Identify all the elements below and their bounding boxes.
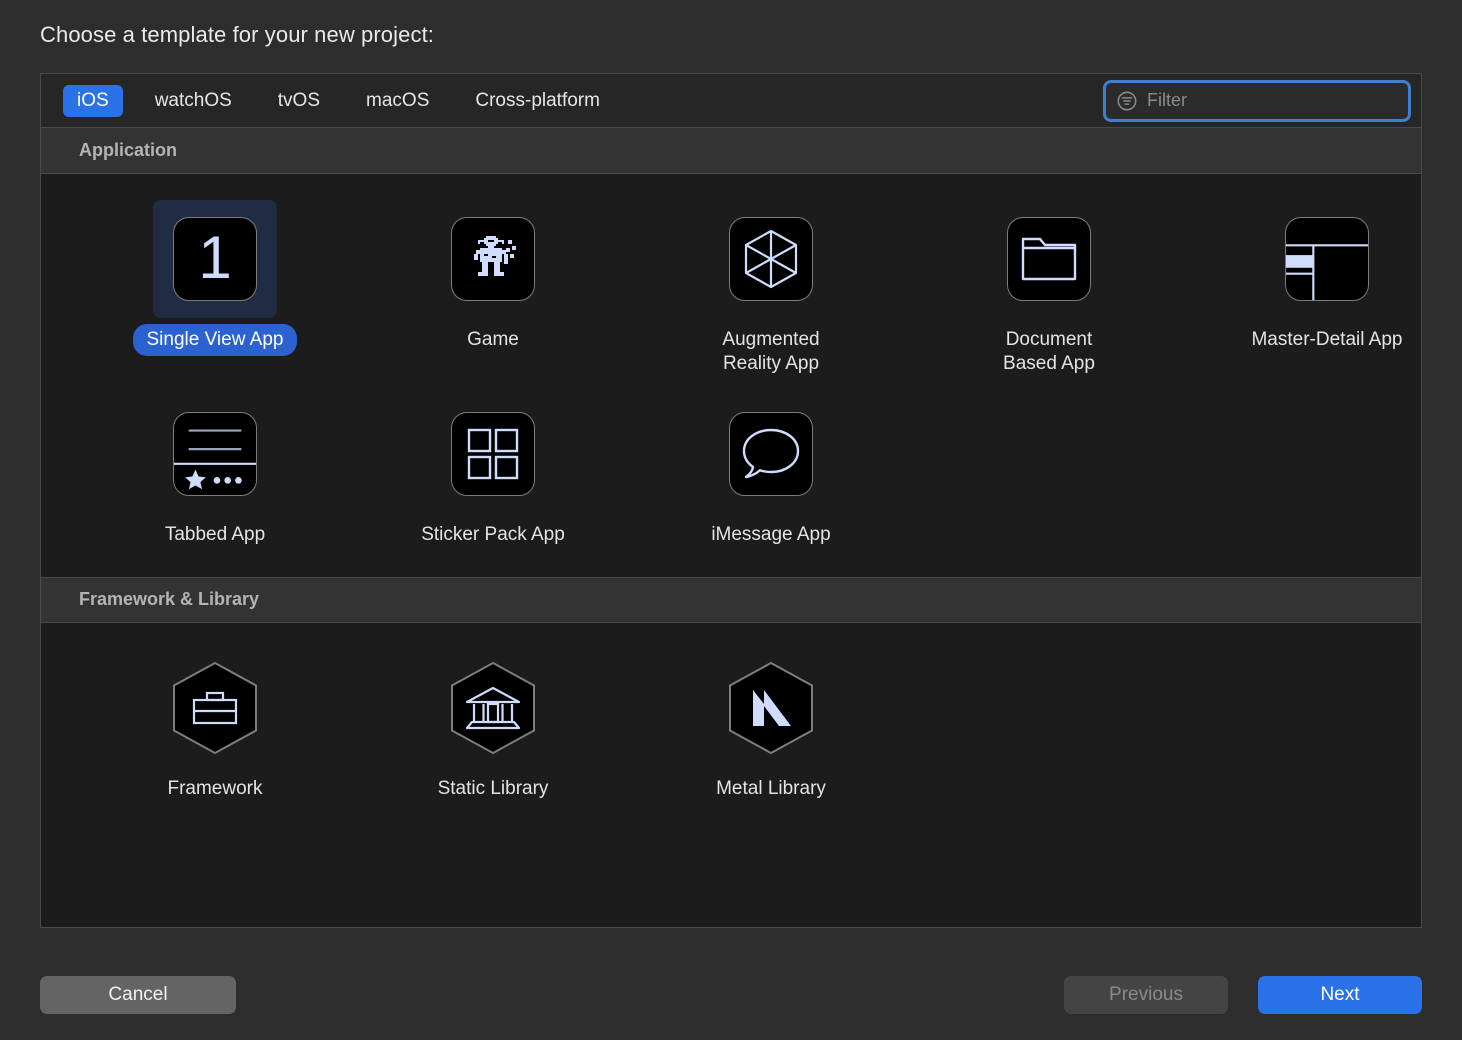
template-icon-container [987, 200, 1111, 318]
tab-watchos[interactable]: watchOS [141, 85, 246, 117]
filter-field[interactable]: Filter [1103, 80, 1411, 122]
wireframe-cube-icon [729, 217, 813, 301]
previous-button[interactable]: Previous [1064, 976, 1228, 1014]
template-icon-container: 1 [153, 200, 277, 318]
section-body-framework-library: Framework [41, 623, 1421, 831]
folder-glyph [1020, 234, 1078, 284]
template-imessage-app[interactable]: iMessage App [632, 385, 910, 557]
template-framework[interactable]: Framework [76, 639, 354, 811]
template-label: Augmented Reality App [708, 324, 833, 379]
speech-bubble-icon [729, 412, 813, 496]
template-label-line1: Augmented [722, 329, 819, 350]
filter-placeholder: Filter [1147, 90, 1187, 111]
application-template-grid: 1 Single View App [41, 190, 1421, 557]
section-header-application: Application [41, 128, 1421, 174]
template-sticker-pack-app[interactable]: Sticker Pack App [354, 385, 632, 557]
template-static-library[interactable]: Static Library [354, 639, 632, 811]
grid-four-icon [451, 412, 535, 496]
template-master-detail-app[interactable]: Master-Detail App [1188, 190, 1422, 385]
filter-icon [1116, 90, 1138, 112]
page-title: Choose a template for your new project: [40, 0, 1422, 66]
template-game[interactable]: Game [354, 190, 632, 385]
template-icon-container [431, 200, 555, 318]
template-label: Document Based App [989, 324, 1109, 379]
template-label: Single View App [133, 324, 298, 356]
template-label: Tabbed App [151, 519, 279, 551]
framework-template-grid: Framework [41, 639, 1421, 811]
template-label: Master-Detail App [1237, 324, 1416, 356]
folder-icon [1007, 217, 1091, 301]
template-label: Metal Library [702, 773, 840, 805]
template-label: Framework [153, 773, 276, 805]
classical-building-hexagon-icon [447, 660, 539, 756]
template-tabbed-app[interactable]: Tabbed App [76, 385, 354, 557]
template-metal-library[interactable]: Metal Library [632, 639, 910, 811]
template-label-line2: Based App [1003, 353, 1095, 374]
split-view-glyph [1286, 217, 1368, 301]
tab-tvos[interactable]: tvOS [264, 85, 334, 117]
cancel-button[interactable]: Cancel [40, 976, 236, 1014]
toolbox-hexagon-icon [169, 660, 261, 756]
game-sprite-icon [451, 217, 535, 301]
speech-bubble-glyph [741, 426, 801, 482]
dialog-footer: Cancel Previous Next [40, 976, 1422, 1014]
template-icon-container [431, 649, 555, 767]
tab-bar-icon [173, 412, 257, 496]
metal-m-hexagon-icon [725, 660, 817, 756]
new-project-template-dialog: Choose a template for your new project: … [0, 0, 1462, 1040]
split-view-icon [1285, 217, 1369, 301]
template-label: iMessage App [697, 519, 844, 551]
template-icon-container [709, 649, 833, 767]
hexagon-wireframe-glyph [741, 228, 801, 290]
template-label: Static Library [424, 773, 563, 805]
tab-macos[interactable]: macOS [352, 85, 443, 117]
template-icon-container [709, 395, 833, 513]
next-button[interactable]: Next [1258, 976, 1422, 1014]
platform-toolbar: iOS watchOS tvOS macOS Cross-platform Fi… [41, 74, 1421, 128]
tab-ios[interactable]: iOS [63, 85, 123, 117]
template-label-line1: Document [1006, 329, 1093, 350]
template-icon-container [153, 649, 277, 767]
template-document-based-app[interactable]: Document Based App [910, 190, 1188, 385]
tab-bar-glyph [174, 412, 256, 496]
tab-cross-platform[interactable]: Cross-platform [461, 85, 614, 117]
template-label: Sticker Pack App [407, 519, 579, 551]
template-icon-container [1265, 200, 1389, 318]
robot-sprite-glyph [464, 230, 522, 288]
template-label-line2: Reality App [723, 353, 819, 374]
four-squares-glyph [467, 428, 519, 480]
section-header-framework-library: Framework & Library [41, 577, 1421, 623]
template-panel: iOS watchOS tvOS macOS Cross-platform Fi… [40, 73, 1422, 928]
platform-tab-list: iOS watchOS tvOS macOS Cross-platform [63, 85, 632, 117]
template-icon-container [709, 200, 833, 318]
template-augmented-reality-app[interactable]: Augmented Reality App [632, 190, 910, 385]
template-label: Game [453, 324, 533, 356]
number-one-icon: 1 [173, 217, 257, 301]
section-body-application: 1 Single View App [41, 174, 1421, 577]
template-single-view-app[interactable]: 1 Single View App [76, 190, 354, 385]
filter-field-inner: Filter [1116, 83, 1398, 119]
template-icon-container [431, 395, 555, 513]
template-icon-container [153, 395, 277, 513]
digit-one-glyph: 1 [198, 228, 231, 288]
